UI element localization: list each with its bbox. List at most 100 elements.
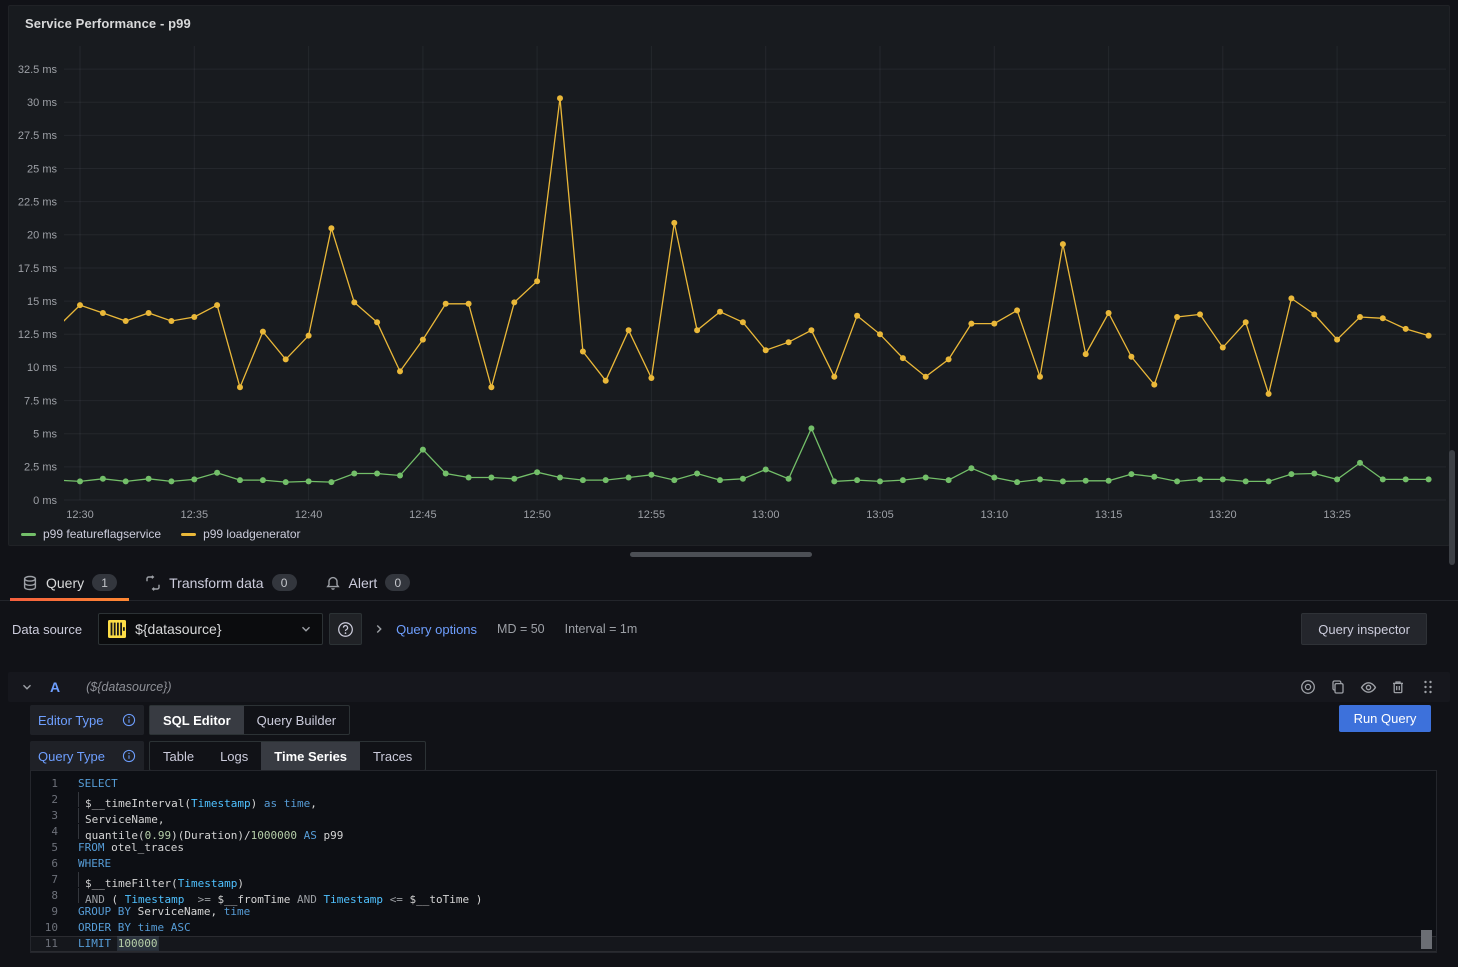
line-number: 4 (31, 824, 58, 840)
chart-legend: p99 featureflagservice p99 loadgenerator (9, 527, 1449, 541)
line-number: 6 (31, 856, 58, 872)
tab-alert[interactable]: Alert 0 (311, 565, 425, 600)
svg-text:25 ms: 25 ms (27, 163, 57, 175)
transform-icon (145, 575, 161, 591)
sql-code: 1SELECT2$__timeInterval(Timestamp) as ti… (31, 776, 1436, 952)
code-line: 5FROM otel_traces (31, 840, 1436, 856)
info-circle-icon[interactable] (122, 749, 136, 763)
chevron-down-icon[interactable] (20, 680, 34, 694)
tab-transform-data[interactable]: Transform data 0 (131, 565, 310, 600)
tab-label: Transform data (169, 575, 263, 591)
record-circle-icon[interactable] (1298, 677, 1318, 697)
code-line: 4quantile(0.99)(Duration)/1000000 AS p99 (31, 824, 1436, 840)
tab-count-badge: 0 (272, 574, 297, 591)
editor-type-option-sql-editor[interactable]: SQL Editor (150, 706, 244, 734)
svg-text:22.5 ms: 22.5 ms (18, 196, 58, 208)
editor-type-option-query-builder[interactable]: Query Builder (244, 706, 349, 734)
line-number: 1 (31, 776, 58, 792)
sql-editor[interactable]: 1SELECT2$__timeInterval(Timestamp) as ti… (30, 770, 1437, 953)
grafana-panel-edit-page: Service Performance - p99 0 ms2.5 ms5 ms… (0, 0, 1458, 967)
eye-icon[interactable] (1358, 677, 1378, 697)
svg-text:12:50: 12:50 (523, 509, 551, 521)
tab-query[interactable]: Query 1 (8, 565, 131, 600)
help-circle-icon (337, 621, 354, 638)
query-datasource-hint: (${datasource}) (86, 680, 171, 694)
svg-text:12:55: 12:55 (638, 509, 666, 521)
code-line: 1SELECT (31, 776, 1436, 792)
tab-label: Query (46, 575, 84, 591)
line-number: 3 (31, 808, 58, 824)
series-marker-icon (21, 533, 36, 536)
query-row-header[interactable]: A (${datasource}) (8, 672, 1450, 702)
svg-text:12:30: 12:30 (66, 509, 94, 521)
timeseries-chart[interactable]: 0 ms2.5 ms5 ms7.5 ms10 ms12.5 ms15 ms17.… (9, 36, 1451, 526)
help-button[interactable] (329, 613, 362, 645)
query-type-option-table[interactable]: Table (150, 742, 207, 770)
code-line: 11LIMIT 100000 (31, 936, 1436, 952)
line-number: 9 (31, 904, 58, 920)
query-ref-id[interactable]: A (50, 679, 60, 695)
svg-text:13:20: 13:20 (1209, 509, 1237, 521)
code-line: 10ORDER BY time ASC (31, 920, 1436, 936)
line-number: 8 (31, 888, 58, 904)
svg-text:0 ms: 0 ms (33, 495, 57, 507)
panel-header[interactable]: Service Performance - p99 (9, 6, 1449, 36)
query-type-segmented-control: Table Logs Time Series Traces (149, 741, 426, 771)
editor-scrollbar-thumb[interactable] (1421, 930, 1432, 949)
legend-label: p99 featureflagservice (43, 527, 161, 541)
editor-tabs: Query 1 Transform data 0 Alert 0 (0, 565, 1458, 601)
line-number: 11 (31, 936, 58, 952)
database-icon (22, 575, 38, 591)
editor-type-field-label: Editor Type (30, 705, 144, 735)
svg-text:7.5 ms: 7.5 ms (24, 395, 58, 407)
code-line: 7$__timeFilter(Timestamp) (31, 872, 1436, 888)
tab-count-badge: 0 (385, 574, 410, 591)
run-query-button[interactable]: Run Query (1339, 705, 1431, 732)
drag-handle-icon[interactable] (1418, 677, 1438, 697)
query-type-label: Query Type (38, 749, 105, 764)
svg-text:27.5 ms: 27.5 ms (18, 130, 58, 142)
legend-label: p99 loadgenerator (203, 527, 300, 541)
query-type-option-time-series[interactable]: Time Series (261, 742, 360, 770)
trash-icon[interactable] (1388, 677, 1408, 697)
datasource-value: ${datasource} (135, 621, 221, 637)
svg-text:2.5 ms: 2.5 ms (24, 462, 58, 474)
query-type-option-traces[interactable]: Traces (360, 742, 425, 770)
svg-text:15 ms: 15 ms (27, 296, 57, 308)
panel-title: Service Performance - p99 (25, 16, 191, 31)
code-line: 6WHERE (31, 856, 1436, 872)
line-number: 5 (31, 840, 58, 856)
horizontal-scrollbar-thumb[interactable] (630, 552, 812, 557)
bell-icon (325, 575, 341, 591)
query-options-toggle[interactable]: Query options MD = 50 Interval = 1m (372, 613, 637, 645)
svg-text:10 ms: 10 ms (27, 362, 57, 374)
info-circle-icon[interactable] (122, 713, 136, 727)
query-options-interval: Interval = 1m (565, 622, 638, 636)
query-type-option-logs[interactable]: Logs (207, 742, 261, 770)
line-number: 10 (31, 920, 58, 936)
legend-item-featureflagservice[interactable]: p99 featureflagservice (21, 527, 161, 541)
angle-right-icon (372, 622, 386, 636)
svg-text:13:10: 13:10 (981, 509, 1009, 521)
svg-text:12:45: 12:45 (409, 509, 437, 521)
datasource-select[interactable]: ${datasource} (98, 613, 323, 645)
legend-item-loadgenerator[interactable]: p99 loadgenerator (181, 527, 300, 541)
line-number: 7 (31, 872, 58, 888)
copy-icon[interactable] (1328, 677, 1348, 697)
code-line: 3ServiceName, (31, 808, 1436, 824)
svg-text:13:25: 13:25 (1323, 509, 1351, 521)
svg-text:12.5 ms: 12.5 ms (18, 329, 58, 341)
svg-text:13:15: 13:15 (1095, 509, 1123, 521)
page-scrollbar-thumb[interactable] (1449, 450, 1455, 565)
line-number: 2 (31, 792, 58, 808)
code-line: 2$__timeInterval(Timestamp) as time, (31, 792, 1436, 808)
svg-text:17.5 ms: 17.5 ms (18, 263, 58, 275)
svg-text:13:05: 13:05 (866, 509, 894, 521)
timeseries-panel: Service Performance - p99 0 ms2.5 ms5 ms… (8, 5, 1450, 546)
code-line: 8AND ( Timestamp >= $__fromTime AND Time… (31, 888, 1436, 904)
query-inspector-button[interactable]: Query inspector (1301, 613, 1427, 645)
code-line: 9GROUP BY ServiceName, time (31, 904, 1436, 920)
tab-label: Alert (349, 575, 378, 591)
svg-text:30 ms: 30 ms (27, 97, 57, 109)
svg-text:20 ms: 20 ms (27, 230, 57, 242)
